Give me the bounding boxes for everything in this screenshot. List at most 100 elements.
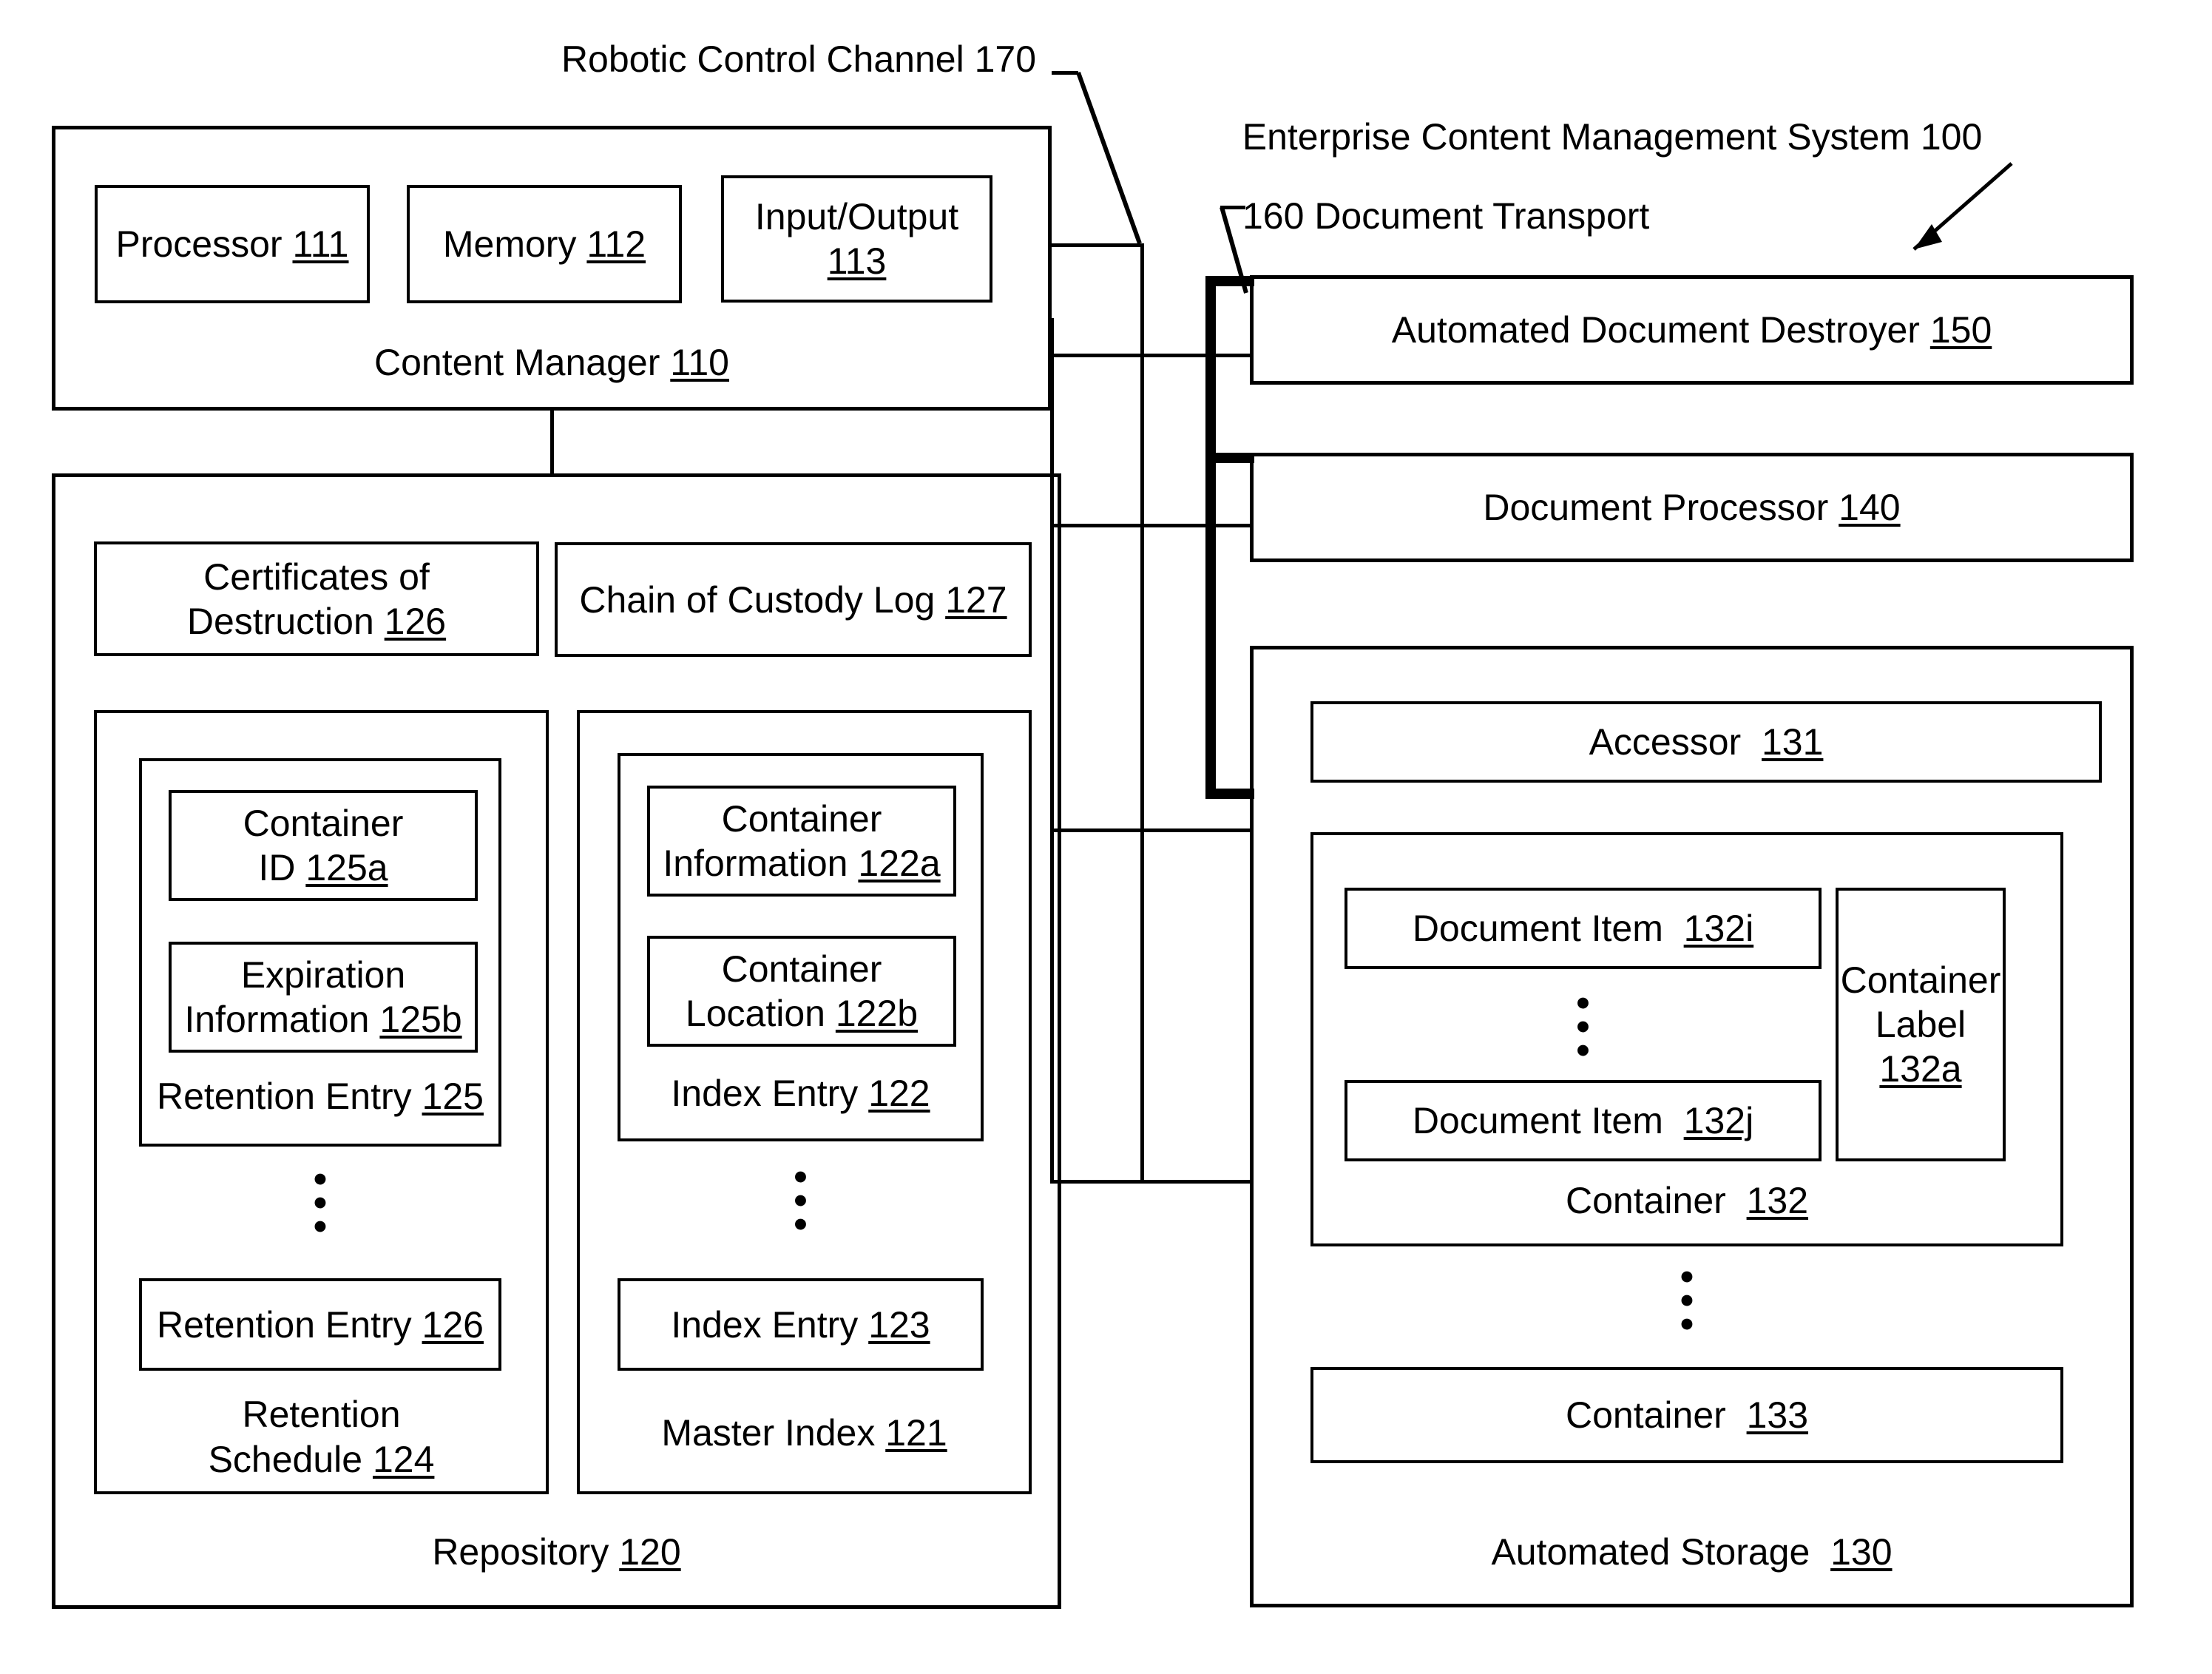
document-processor-ref: 140 (1839, 487, 1901, 528)
document-processor-label: Document Processor 140 (1483, 487, 1901, 528)
container-133-box[interactable]: Container 133 (1310, 1367, 2063, 1463)
bus-branch-to-processor (1140, 354, 1254, 357)
memory-box[interactable]: Memory 112 (407, 185, 682, 303)
automated-storage-label: Automated Storage 130 (1250, 1530, 2134, 1575)
master-index-ellipsis: • • • (794, 1155, 808, 1246)
expiration-line1: Expiration (240, 954, 406, 996)
repository-ref: 120 (619, 1531, 681, 1573)
automated-storage-label-text: Automated Storage (1491, 1531, 1810, 1573)
expiration-line2: Information 125b (184, 999, 462, 1040)
retention-schedule-ref: 124 (372, 1439, 435, 1480)
index-entry-123-box[interactable]: Index Entry 123 (618, 1278, 984, 1371)
processor-label: Processor 111 (115, 223, 349, 265)
container-location-line1: Container (721, 948, 882, 990)
retention-entry-126-box[interactable]: Retention Entry 126 (139, 1278, 501, 1371)
patent-figure-canvas: Robotic Control Channel 170 Enterprise C… (0, 0, 2212, 1674)
index-entry-122-label: Index Entry 122 (618, 1071, 984, 1116)
content-manager-repository-connector (550, 408, 554, 475)
container-label-132a-box[interactable]: Container Label 132a (1836, 888, 2006, 1161)
retention-entry-126-ref: 126 (422, 1303, 484, 1346)
container-info-line2: Information 122a (663, 843, 941, 884)
robotic-control-channel-text: Robotic Control Channel 170 (561, 38, 1037, 80)
content-manager-label-text: Content Manager (374, 342, 660, 383)
chain-of-custody-label: Chain of Custody Log 127 (579, 578, 1007, 621)
input-output-ref: 113 (827, 240, 887, 282)
container-132-label: Container 132 (1310, 1178, 2063, 1224)
document-transport-branch-processor (1205, 453, 1254, 463)
container-label-ref: 132a (1879, 1048, 1962, 1090)
chain-of-custody-ref: 127 (945, 578, 1007, 621)
certificates-ref: 126 (384, 600, 447, 642)
container-133-label: Container 133 (1565, 1394, 1809, 1436)
content-manager-ref: 110 (670, 342, 729, 383)
retention-entry-126-label: Retention Entry 126 (157, 1303, 484, 1346)
retention-entry-125-text: Retention Entry (157, 1076, 412, 1117)
document-item-132i-box[interactable]: Document Item 132i (1345, 888, 1822, 969)
container-label-line2: Label (1875, 1004, 1966, 1045)
container-location-ref: 122b (835, 993, 919, 1034)
content-manager-label: Content Manager 110 (52, 340, 1052, 385)
accessor-ref: 131 (1761, 721, 1824, 763)
accessor-box[interactable]: Accessor 131 (1310, 701, 2102, 783)
container-id-125a-box[interactable]: Container ID 125a (169, 790, 478, 901)
document-processor-box[interactable]: Document Processor 140 (1250, 453, 2134, 562)
container-location-122b-box[interactable]: Container Location 122b (647, 936, 956, 1047)
index-entry-122-text: Index Entry (671, 1073, 859, 1114)
repository-label: Repository 120 (52, 1530, 1061, 1575)
container-id-line2: ID 125a (258, 847, 388, 888)
index-entry-122-ref: 122 (868, 1073, 930, 1114)
chain-of-custody-log-box[interactable]: Chain of Custody Log 127 (555, 542, 1032, 657)
expiration-ref: 125b (379, 999, 462, 1040)
certificates-line1: Certificates of (203, 556, 430, 598)
repository-label-text: Repository (432, 1531, 609, 1573)
input-output-box[interactable]: Input/Output 113 (721, 175, 992, 303)
container-132-text: Container (1565, 1180, 1726, 1221)
bus-segment-top-horizontal (1052, 243, 1144, 247)
retention-schedule-ellipsis: • • • (313, 1158, 328, 1249)
retention-schedule-label: Retention Schedule 124 (94, 1392, 549, 1482)
retention-schedule-line2: Schedule (208, 1439, 363, 1480)
bus-branch-to-processor-lower (1050, 524, 1254, 527)
system-title-text: Enterprise Content Management System 100 (1242, 116, 1983, 158)
memory-label: Memory 112 (442, 223, 646, 265)
document-item-132j-box[interactable]: Document Item 132j (1345, 1080, 1822, 1161)
retention-schedule-line1: Retention (242, 1394, 401, 1435)
processor-ref: 111 (292, 223, 349, 265)
container-132-ref: 132 (1746, 1180, 1809, 1221)
system-title-arrow (1912, 162, 2013, 251)
input-output-label: Input/Output (754, 196, 959, 237)
container-information-122a-box[interactable]: Container Information 122a (647, 786, 956, 897)
container-id-ref: 125a (305, 847, 388, 888)
document-transport-branch-destroyer (1205, 276, 1254, 286)
container-info-line1: Container (721, 798, 882, 840)
document-transport-vertical (1205, 276, 1216, 799)
expiration-information-125b-box[interactable]: Expiration Information 125b (169, 942, 478, 1053)
robotic-control-channel-annotation: Robotic Control Channel 170 (547, 37, 1050, 82)
container-132-items-ellipsis: • • • (1576, 982, 1590, 1073)
document-transport-annotation: 160 Document Transport (1242, 194, 1701, 239)
retention-entry-125-label: Retention Entry 125 (139, 1074, 501, 1119)
automated-storage-ellipsis: • • • (1680, 1255, 1694, 1346)
document-item-132j-label: Document Item 132j (1412, 1100, 1754, 1141)
bus-vertical-outer (1140, 243, 1144, 1183)
master-index-label: Master Index 121 (577, 1411, 1032, 1456)
master-index-ref: 121 (885, 1412, 947, 1454)
automated-document-destroyer-box[interactable]: Automated Document Destroyer 150 (1250, 275, 2134, 385)
automated-document-destroyer-label: Automated Document Destroyer 150 (1391, 309, 1992, 351)
automated-storage-ref: 130 (1830, 1531, 1893, 1573)
bus-bottom-horizontal (1050, 1180, 1254, 1184)
processor-box[interactable]: Processor 111 (95, 185, 370, 303)
document-transport-branch-storage (1205, 789, 1254, 799)
retention-entry-125-ref: 125 (422, 1076, 484, 1117)
index-entry-123-label: Index Entry 123 (671, 1303, 930, 1346)
container-info-ref: 122a (858, 843, 941, 884)
bus-branch-to-storage (1050, 828, 1254, 832)
robotic-control-channel-leader (1076, 71, 1142, 245)
container-label-line1: Container (1840, 959, 2001, 1001)
memory-ref: 112 (586, 223, 646, 265)
document-item-132j-ref: 132j (1683, 1100, 1754, 1141)
container-id-line1: Container (243, 803, 404, 844)
accessor-label: Accessor 131 (1589, 721, 1824, 763)
document-item-132i-label: Document Item 132i (1412, 908, 1754, 949)
certificates-of-destruction-box[interactable]: Certificates of Destruction 126 (94, 541, 539, 656)
